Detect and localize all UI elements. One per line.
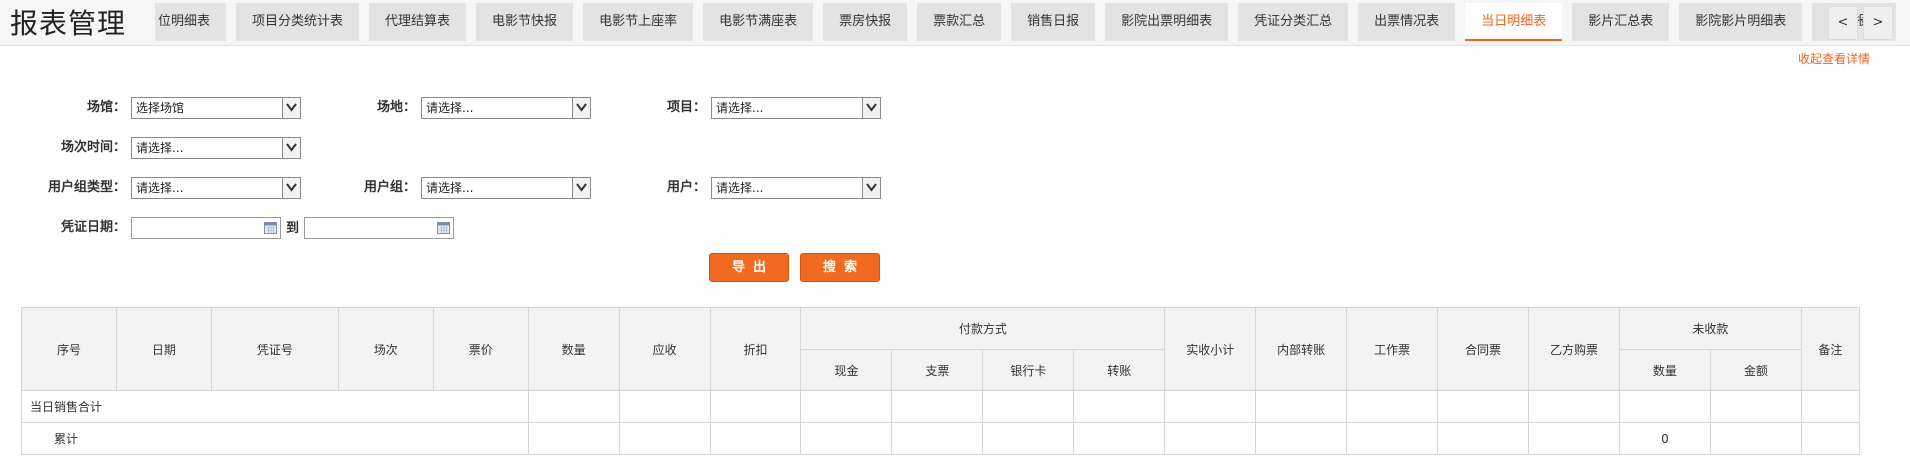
tab-festival-flash[interactable]: 电影节快报 [476,3,574,41]
date-range-to-label: 到 [286,221,300,236]
tab-festival-occupancy[interactable]: 电影节上座率 [583,3,694,41]
voucher-date-from-input[interactable] [131,217,281,239]
col-header-internal-transfer: 内部转账 [1255,307,1348,391]
project-label: 项目： [666,100,706,115]
cell-unpaid-qty: 0 [1618,422,1711,455]
user-group-type-select-value: 请选择... [136,181,184,195]
col-header-bank-card: 银行卡 [982,349,1075,391]
venue-select[interactable]: 选择场馆 [131,97,301,119]
col-header-unpaid-amount: 金额 [1709,349,1802,391]
project-select-value: 请选择... [716,101,764,115]
col-header-session: 场次 [337,307,434,391]
col-header-receivable: 应收 [618,307,711,391]
user-group-select[interactable]: 请选择... [421,177,591,199]
session-time-label: 场次时间： [60,140,126,155]
table-row: 累计 0 [21,422,1861,455]
tab-cinema-film-detail[interactable]: 影院影片明细表 [1679,3,1803,41]
site-select-value: 请选择... [426,101,474,115]
daily-detail-table: 序号 日期 凭证号 场次 票价 数量 应收 折扣 付款方式 实收小计 内部转账 … [21,307,1861,455]
col-header-remarks: 备注 [1800,307,1861,391]
venue-label: 场馆： [86,100,126,115]
user-select-value: 请选择... [716,181,764,195]
calendar-icon[interactable] [437,222,450,234]
col-header-cash: 现金 [800,349,893,391]
col-header-seq: 序号 [21,307,117,391]
col-header-quantity: 数量 [527,307,620,391]
site-select[interactable]: 请选择... [421,97,591,119]
col-header-unpaid: 未收款 [1618,307,1802,350]
venue-select-value: 选择场馆 [136,101,185,115]
user-group-select-value: 请选择... [426,181,474,195]
tabs-prev-button[interactable]: < [1828,6,1858,40]
chevron-down-icon [862,178,880,198]
cell-unpaid-qty [1618,390,1711,423]
table-row: 当日销售合计 [21,390,1861,423]
tab-cinema-ticket-detail[interactable]: 影院出票明细表 [1105,3,1229,41]
tab-boxoffice-flash[interactable]: 票房快报 [823,3,908,41]
chevron-down-icon [862,98,880,118]
tab-payment-summary[interactable]: 票款汇总 [917,3,1002,41]
site-label: 场地： [376,100,416,115]
chevron-down-icon [572,178,590,198]
report-tabs: 位明细表 项目分类统计表 代理结算表 电影节快报 电影节上座率 电影节满座表 票… [155,3,1906,41]
row-label-daily-total: 当日销售合计 [21,390,529,423]
tab-agent-settlement[interactable]: 代理结算表 [369,3,467,41]
user-select[interactable]: 请选择... [711,177,881,199]
page-title: 报表管理 [10,7,127,40]
export-button[interactable]: 导出 [709,253,789,282]
chevron-down-icon [282,98,300,118]
user-group-label: 用户组： [363,180,416,195]
header-bar: 报表管理 位明细表 项目分类统计表 代理结算表 电影节快报 电影节上座率 电影节… [0,0,1910,46]
session-time-select-value: 请选择... [136,141,184,155]
col-header-received-subtotal: 实收小计 [1164,307,1257,391]
col-header-unpaid-qty: 数量 [1618,349,1711,391]
col-header-voucher-no: 凭证号 [210,307,339,391]
col-header-work-ticket: 工作票 [1346,307,1439,391]
calendar-icon[interactable] [264,222,277,234]
voucher-date-label: 凭证日期： [60,220,126,235]
row-label-cumulative: 累计 [21,422,529,455]
col-header-price: 票价 [432,307,529,391]
tab-ticket-status[interactable]: 出票情况表 [1358,3,1456,41]
col-header-discount: 折扣 [709,307,802,391]
user-group-type-select[interactable]: 请选择... [131,177,301,199]
collapse-details-link[interactable]: 收起查看详情 [1798,50,1870,67]
session-time-select[interactable]: 请选择... [131,137,301,159]
col-header-payment-method: 付款方式 [800,307,1166,350]
project-select[interactable]: 请选择... [711,97,881,119]
tab-sales-daily[interactable]: 销售日报 [1011,3,1096,41]
col-header-date: 日期 [115,307,212,391]
tabs-next-button[interactable]: > [1863,6,1893,40]
col-header-party-b-purchase: 乙方购票 [1527,307,1620,391]
tab-daily-detail[interactable]: 当日明细表 [1465,3,1563,41]
chevron-down-icon [282,138,300,158]
col-header-contract-ticket: 合同票 [1437,307,1529,391]
user-label: 用户： [666,180,706,195]
col-header-check: 支票 [891,349,984,391]
voucher-date-to-input[interactable] [304,217,454,239]
tab-seat-detail[interactable]: 位明细表 [155,3,227,41]
tab-film-summary[interactable]: 影片汇总表 [1572,3,1670,41]
search-button[interactable]: 搜索 [800,253,880,282]
chevron-down-icon [572,98,590,118]
tab-festival-full[interactable]: 电影节满座表 [703,3,814,41]
col-header-transfer: 转账 [1073,349,1166,391]
chevron-down-icon [282,178,300,198]
tab-project-category[interactable]: 项目分类统计表 [236,3,360,41]
user-group-type-label: 用户组类型： [47,180,126,195]
tab-voucher-category[interactable]: 凭证分类汇总 [1238,3,1349,41]
